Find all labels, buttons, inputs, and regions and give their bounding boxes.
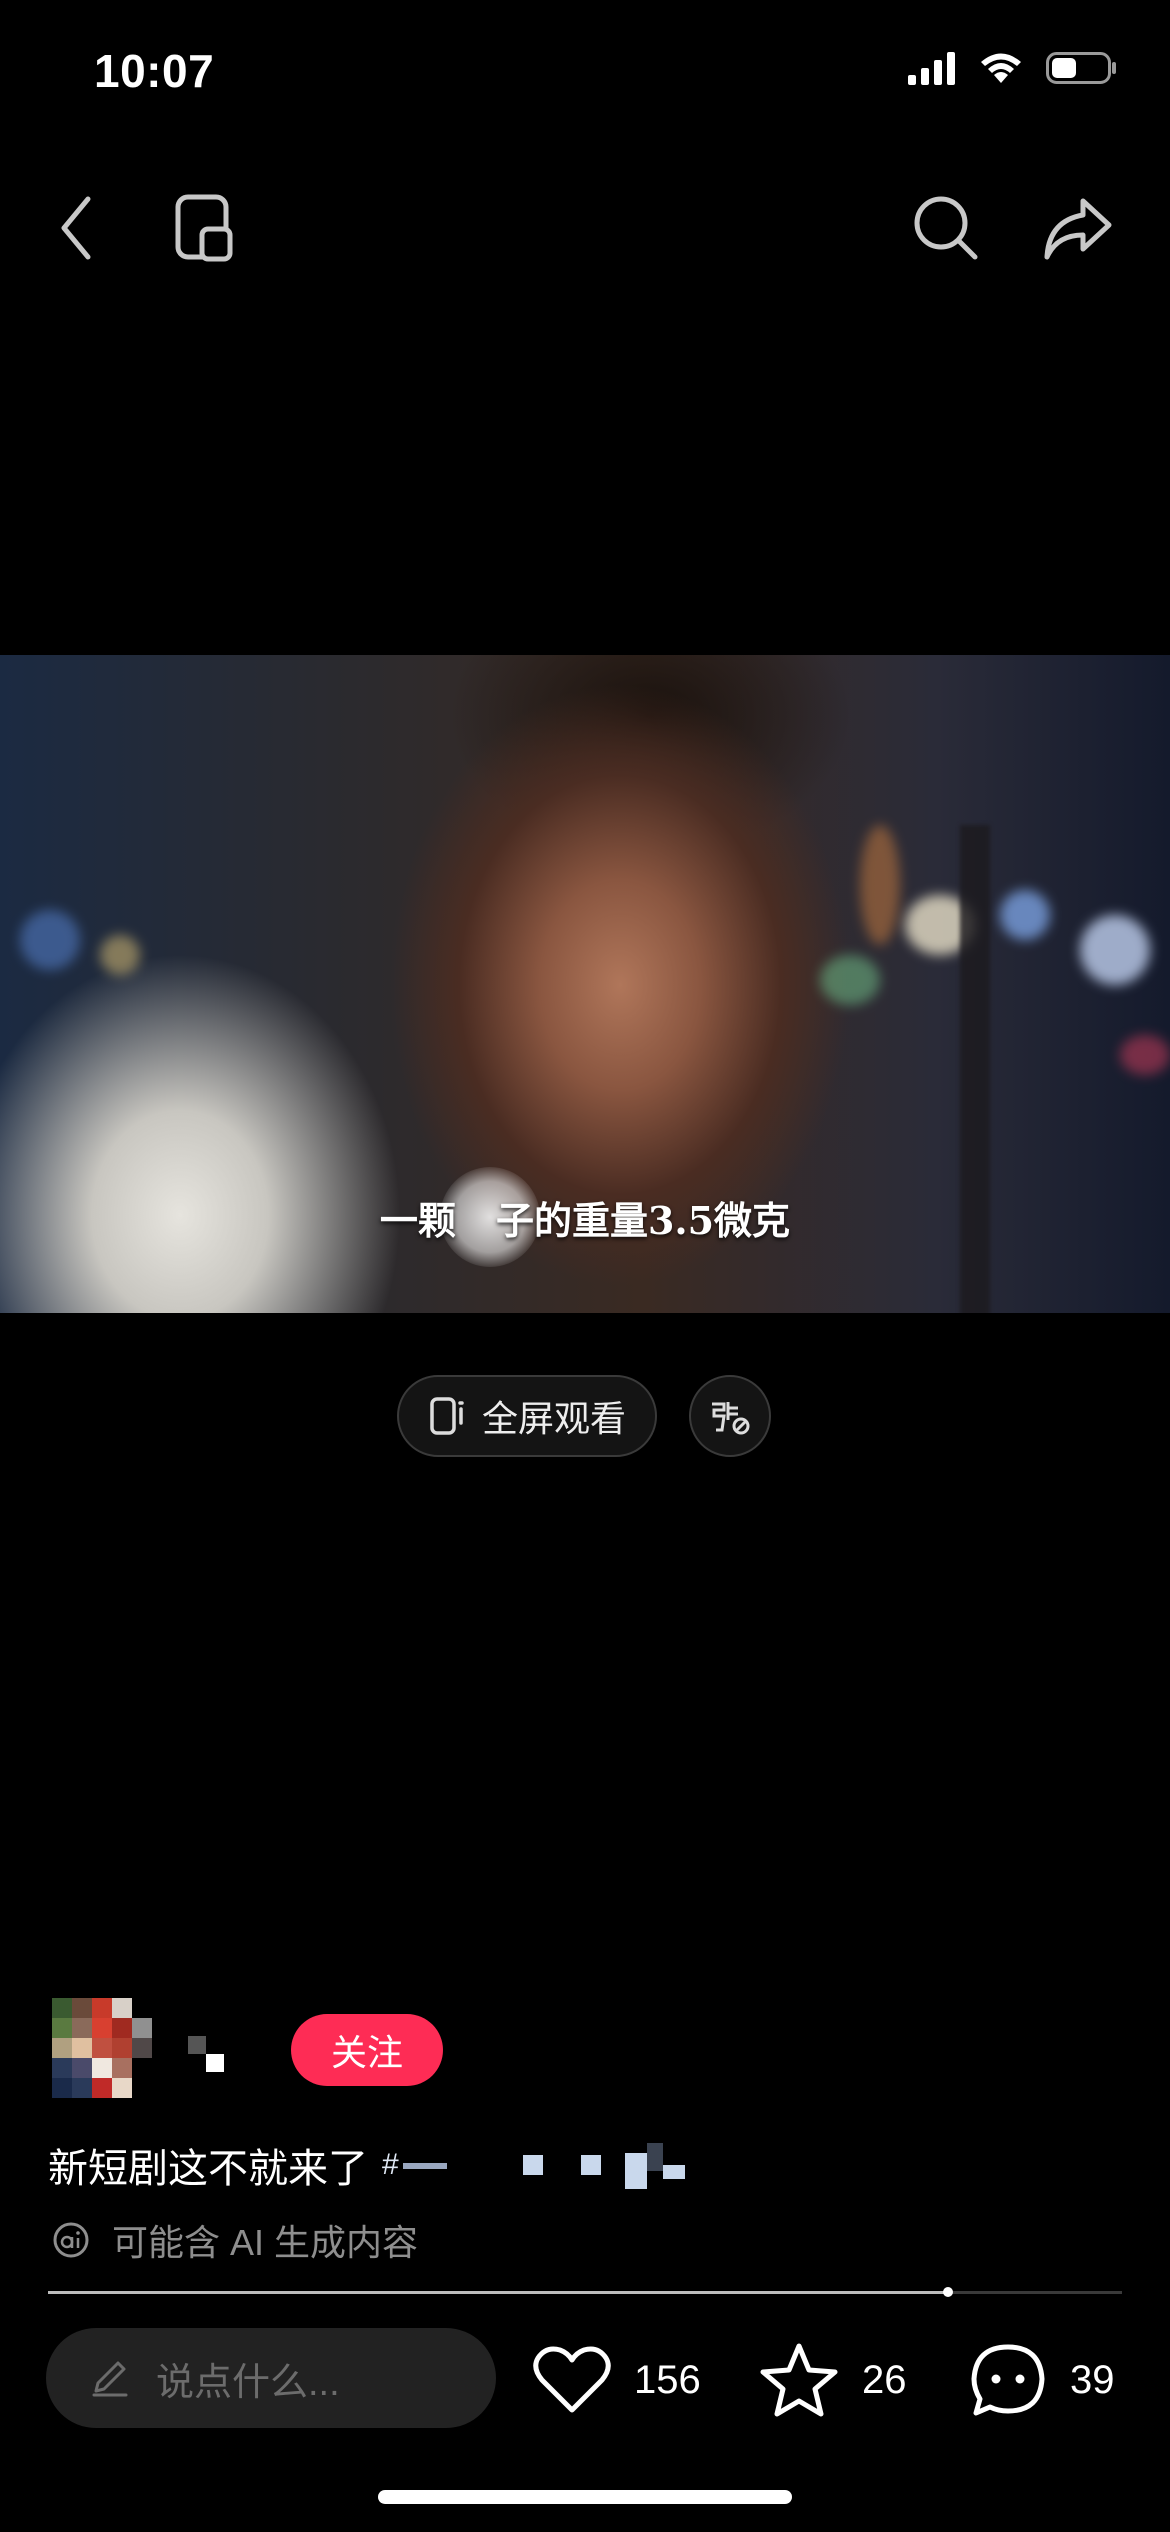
comment-bubble-icon <box>971 2344 1045 2416</box>
hashtag-redacted[interactable] <box>402 2135 733 2195</box>
video-player[interactable]: 一颗 子的重量3.5微克 <box>0 655 1170 1313</box>
bokeh-light <box>860 825 900 945</box>
ai-content-notice: 可能含 AI 生成内容 <box>52 2214 418 2266</box>
status-icons <box>908 50 1118 86</box>
comment-count: 39 <box>1070 2357 1115 2402</box>
back-button[interactable] <box>28 180 124 276</box>
wifi-icon <box>981 53 1021 83</box>
bokeh-light <box>1120 1035 1170 1075</box>
bokeh-light <box>20 910 80 970</box>
bokeh-light <box>820 955 880 1005</box>
hashtag-prefix[interactable]: # <box>382 2148 399 2182</box>
progress-fill <box>48 2291 948 2294</box>
fullscreen-button[interactable]: 全屏观看 <box>397 1375 657 1457</box>
favorite-button[interactable]: 26 <box>758 2340 907 2420</box>
share-arrow-icon <box>1044 198 1112 260</box>
phone-rotate-icon <box>430 1397 464 1435</box>
author-name-redacted[interactable] <box>188 2036 224 2072</box>
battery-icon <box>1046 52 1116 84</box>
search-icon <box>914 196 978 260</box>
comment-input[interactable]: 说点什么... <box>46 2328 496 2428</box>
comment-placeholder: 说点什么... <box>156 2361 340 2404</box>
follow-button[interactable]: 关注 <box>291 2014 443 2086</box>
like-button[interactable]: 156 <box>532 2340 701 2420</box>
device-rotate-icon <box>175 194 233 262</box>
progress-knob[interactable] <box>943 2287 953 2297</box>
status-time: 10:07 <box>94 45 215 97</box>
ai-badge-icon <box>53 2222 89 2258</box>
favorite-count: 26 <box>862 2357 907 2402</box>
bokeh-light <box>100 935 140 975</box>
fullscreen-label: 全屏观看 <box>481 1398 626 1439</box>
post-caption[interactable]: 新短剧这不就来了 # <box>48 2135 733 2195</box>
pencil-icon <box>92 2361 128 2397</box>
device-switch-button[interactable] <box>156 180 252 276</box>
danmaku-icon <box>712 1402 750 1435</box>
danmaku-toggle-button[interactable] <box>689 1375 771 1457</box>
heart-icon <box>533 2346 611 2413</box>
bokeh-light <box>1000 890 1050 940</box>
caption-text: 新短剧这不就来了 <box>48 2147 368 2191</box>
home-indicator[interactable] <box>378 2490 792 2504</box>
chevron-left-icon <box>61 196 91 260</box>
bokeh-light <box>1080 915 1150 985</box>
comment-button[interactable]: 39 <box>968 2340 1115 2420</box>
star-icon <box>760 2343 838 2417</box>
search-button[interactable] <box>898 180 994 276</box>
author-avatar[interactable] <box>52 1998 152 2098</box>
video-subtitle: 一颗 子的重量3.5微克 <box>0 1190 1170 1245</box>
ai-notice-label: 可能含 AI 生成内容 <box>112 2222 419 2263</box>
cellular-signal-icon <box>908 52 955 85</box>
video-progress-bar[interactable] <box>48 2287 1122 2297</box>
subtitle-part-right: 子的重量3.5微克 <box>495 1198 791 1243</box>
subtitle-part-left: 一颗 <box>379 1198 456 1243</box>
like-count: 156 <box>634 2357 701 2402</box>
share-button[interactable] <box>1030 180 1126 276</box>
